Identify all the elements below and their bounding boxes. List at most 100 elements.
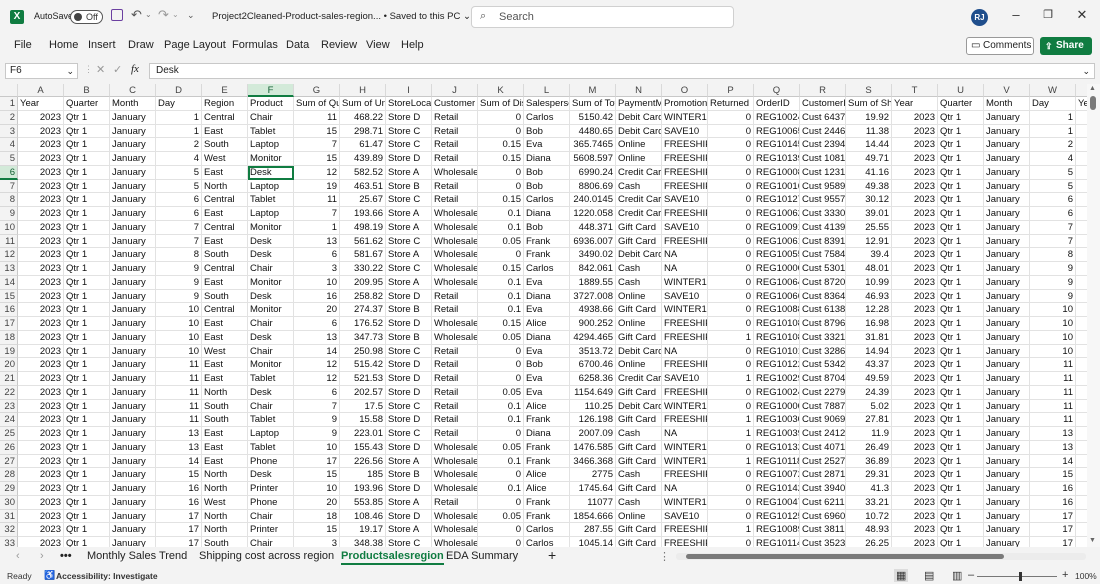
table-cell[interactable]: 5150.42: [570, 110, 616, 125]
table-cell[interactable]: Qtr 1: [938, 344, 984, 359]
table-cell[interactable]: Store A: [386, 248, 432, 262]
table-cell[interactable]: 7: [1030, 234, 1076, 249]
table-cell[interactable]: 1: [156, 110, 202, 125]
table-cell[interactable]: 1: [156, 124, 202, 139]
column-header[interactable]: K: [478, 84, 524, 97]
table-cell[interactable]: Phone: [248, 495, 294, 510]
row-header[interactable]: 33: [0, 537, 18, 547]
table-cell[interactable]: Qtr 1: [64, 454, 110, 469]
table-cell[interactable]: 258.82: [340, 289, 386, 304]
table-cell[interactable]: Qtr 1: [64, 220, 110, 235]
table-cell[interactable]: Printer: [248, 482, 294, 496]
table-cell[interactable]: Retail: [432, 138, 478, 152]
table-cell[interactable]: 18: [294, 509, 340, 524]
table-cell[interactable]: 0: [478, 344, 524, 359]
table-cell[interactable]: 14: [1030, 454, 1076, 469]
table-cell[interactable]: Qtr 1: [938, 468, 984, 482]
table-cell[interactable]: 2023: [892, 372, 938, 386]
table-cell[interactable]: East: [202, 234, 248, 249]
table-cell[interactable]: Bob: [524, 358, 570, 372]
table-cell[interactable]: 0: [708, 509, 754, 524]
table-cell[interactable]: 298.71: [340, 124, 386, 139]
table-cell[interactable]: 13: [156, 427, 202, 441]
table-cell[interactable]: January: [984, 330, 1030, 345]
table-cell[interactable]: REG10108: [754, 317, 800, 331]
save-icon[interactable]: [111, 9, 123, 21]
table-cell[interactable]: January: [110, 358, 156, 372]
table-cell[interactable]: 1476.585: [570, 440, 616, 455]
table-cell[interactable]: Eva: [524, 372, 570, 386]
table-cell[interactable]: 7: [156, 234, 202, 249]
table-cell[interactable]: January: [984, 207, 1030, 221]
row-header[interactable]: 4: [0, 138, 18, 152]
table-cell[interactable]: Bob: [524, 124, 570, 139]
header-cell[interactable]: Year: [18, 97, 64, 111]
table-cell[interactable]: Store D: [386, 152, 432, 166]
table-cell[interactable]: 7: [1030, 220, 1076, 235]
column-header[interactable]: Q: [754, 84, 800, 97]
table-cell[interactable]: January: [110, 193, 156, 207]
table-cell[interactable]: REG10114: [754, 537, 800, 547]
table-cell[interactable]: 0: [708, 124, 754, 139]
table-cell[interactable]: January: [110, 440, 156, 455]
table-cell[interactable]: 31.81: [846, 330, 892, 345]
table-cell[interactable]: 2023: [18, 179, 64, 194]
table-cell[interactable]: Cash: [616, 427, 662, 441]
table-cell[interactable]: Cust 6211: [800, 495, 846, 510]
page-layout-view-icon[interactable]: ▤: [924, 569, 934, 582]
table-cell[interactable]: WINTER15: [662, 454, 708, 469]
table-cell[interactable]: 19: [294, 179, 340, 194]
table-cell[interactable]: Cust 8391: [800, 234, 846, 249]
table-cell[interactable]: Online: [616, 152, 662, 166]
table-cell[interactable]: FREESHIP: [662, 468, 708, 482]
table-cell[interactable]: Desk: [248, 289, 294, 304]
table-cell[interactable]: 15: [294, 152, 340, 166]
header-cell[interactable]: PaymentM: [616, 97, 662, 111]
table-cell[interactable]: Monitor: [248, 220, 294, 235]
table-cell[interactable]: Cust 5342: [800, 358, 846, 372]
table-cell[interactable]: Qtr 1: [64, 275, 110, 290]
table-cell[interactable]: January: [984, 220, 1030, 235]
table-cell[interactable]: Qtr 1: [938, 179, 984, 194]
table-cell[interactable]: 2023: [18, 427, 64, 441]
table-cell[interactable]: Debit Card: [616, 399, 662, 414]
table-cell[interactable]: January: [110, 317, 156, 331]
table-cell[interactable]: Cash: [616, 495, 662, 510]
table-cell[interactable]: 1: [1030, 124, 1076, 139]
table-cell[interactable]: 185: [340, 468, 386, 482]
table-cell[interactable]: January: [984, 468, 1030, 482]
table-cell[interactable]: 5: [156, 165, 202, 180]
table-cell[interactable]: Credit Card: [616, 207, 662, 221]
table-cell[interactable]: Qtr 1: [64, 440, 110, 455]
table-cell[interactable]: Store D: [386, 413, 432, 427]
table-cell[interactable]: 11: [1030, 385, 1076, 400]
table-cell[interactable]: Qtr 1: [938, 317, 984, 331]
table-cell[interactable]: Diana: [524, 289, 570, 304]
table-cell[interactable]: 16: [1030, 482, 1076, 496]
table-cell[interactable]: REG10000: [754, 399, 800, 414]
table-cell[interactable]: 10: [1030, 344, 1076, 359]
table-cell[interactable]: 36.89: [846, 454, 892, 469]
table-cell[interactable]: 2023: [892, 468, 938, 482]
table-cell[interactable]: Online: [616, 358, 662, 372]
table-cell[interactable]: Cust 2412: [800, 427, 846, 441]
row-header[interactable]: 26: [0, 440, 18, 455]
table-cell[interactable]: 2023: [892, 427, 938, 441]
table-cell[interactable]: January: [110, 427, 156, 441]
table-cell[interactable]: January: [110, 509, 156, 524]
table-cell[interactable]: Qtr 1: [64, 207, 110, 221]
table-cell[interactable]: 1220.058: [570, 207, 616, 221]
table-cell[interactable]: Tablet: [248, 440, 294, 455]
table-cell[interactable]: Carlos: [524, 110, 570, 125]
table-cell[interactable]: Store A: [386, 523, 432, 537]
table-cell[interactable]: January: [984, 399, 1030, 414]
column-header[interactable]: H: [340, 84, 386, 97]
table-cell[interactable]: 3490.02: [570, 248, 616, 262]
table-cell[interactable]: 17: [1030, 523, 1076, 537]
table-cell[interactable]: Frank: [524, 495, 570, 510]
table-cell[interactable]: Cust 8720: [800, 275, 846, 290]
table-cell[interactable]: Cust 8796: [800, 317, 846, 331]
table-cell[interactable]: 1045.14: [570, 537, 616, 547]
table-cell[interactable]: NA: [662, 248, 708, 262]
table-cell[interactable]: 11.9: [846, 427, 892, 441]
